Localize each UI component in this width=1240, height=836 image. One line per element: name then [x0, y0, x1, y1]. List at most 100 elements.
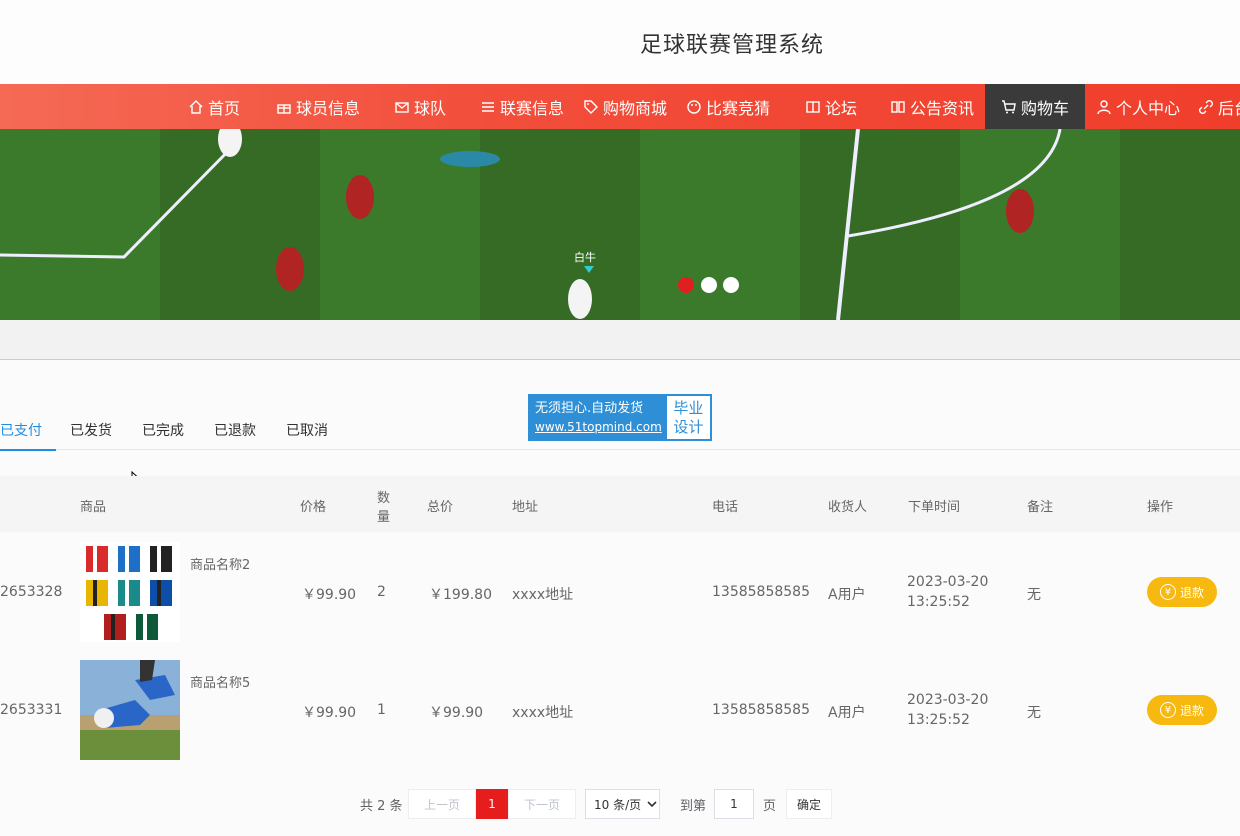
- order-number: 2653331: [0, 702, 63, 718]
- pagination-total: 共 2 条: [360, 798, 403, 814]
- goto-label: 到第: [680, 798, 707, 814]
- phone: 13585858585: [712, 702, 810, 718]
- th-order-time: 下单时间: [908, 500, 961, 515]
- nav-item-label: 购物车: [1021, 98, 1070, 118]
- page-number-current[interactable]: 1: [476, 789, 508, 819]
- palette-icon: [687, 99, 701, 114]
- cart-icon: [1002, 99, 1016, 113]
- nav-item-shop[interactable]: 购物商城: [583, 84, 667, 129]
- goto-page-input[interactable]: 1: [714, 789, 754, 819]
- order-clock: 13:25:52: [907, 712, 970, 728]
- remark: 无: [1027, 587, 1041, 603]
- table-row: 2653331 商品名称5 ￥99.90 1 ￥99.90 xxxx地址 135…: [0, 650, 1240, 768]
- nav-item-label: 论坛: [825, 98, 858, 118]
- home-icon: [189, 99, 203, 114]
- nav-item-notices[interactable]: 公告资讯: [890, 84, 974, 129]
- product-image-boots: [80, 660, 180, 760]
- quantity: 2: [377, 584, 386, 600]
- tab-completed[interactable]: 已完成: [142, 420, 184, 440]
- nav-item-admin[interactable]: 后台: [1198, 84, 1240, 129]
- nav-item-label: 首页: [208, 98, 241, 118]
- nav-item-label: 球员信息: [296, 98, 361, 118]
- carousel-dot-2[interactable]: [701, 277, 717, 293]
- yen-icon: ¥: [1159, 584, 1176, 600]
- columns-icon: [806, 100, 820, 113]
- th-receiver: 收货人: [828, 500, 868, 515]
- product-name: 商品名称2: [190, 558, 251, 573]
- nav-item-league[interactable]: 联赛信息: [480, 84, 564, 129]
- th-product: 商品: [80, 500, 107, 515]
- page-size-select[interactable]: 10 条/页: [585, 789, 660, 819]
- refund-button[interactable]: ¥ 退款: [1147, 695, 1217, 725]
- receiver: A用户: [828, 705, 866, 721]
- page-size-value: 10 条/页: [594, 797, 642, 812]
- th-price: 价格: [300, 500, 327, 515]
- main-nav: 首页 球员信息 球队 联赛信息 购物商城 比赛竞猜 论坛 公告资讯 购物车 个人…: [0, 84, 1240, 129]
- phone: 13585858585: [712, 584, 810, 600]
- th-actions: 操作: [1147, 500, 1174, 515]
- order-date: 2023-03-20: [907, 574, 989, 590]
- th-total: 总价: [427, 500, 454, 515]
- tag-icon: [584, 99, 598, 114]
- page-unit-label: 页: [763, 798, 777, 814]
- mail-icon: [395, 101, 409, 113]
- order-clock: 13:25:52: [907, 594, 970, 610]
- tab-paid[interactable]: 已支付: [0, 420, 56, 451]
- sliders-icon: [482, 101, 494, 112]
- nav-item-label: 比赛竞猜: [706, 98, 771, 118]
- tab-shipped[interactable]: 已发货: [70, 420, 112, 440]
- nav-item-teams[interactable]: 球队: [394, 84, 446, 129]
- ad-line2: www.51topmind.com: [535, 420, 662, 434]
- remark: 无: [1027, 705, 1041, 721]
- ad-line1: 无须担心.自动发货: [535, 401, 644, 416]
- content-divider: [0, 320, 1240, 360]
- th-address: 地址: [512, 500, 539, 515]
- banner-carousel[interactable]: 白牛: [0, 129, 1240, 320]
- nav-item-profile[interactable]: 个人中心: [1096, 84, 1180, 129]
- quantity: 1: [377, 702, 386, 718]
- nav-item-guess[interactable]: 比赛竞猜: [686, 84, 770, 129]
- carousel-dot-1[interactable]: [678, 277, 694, 293]
- refund-label: 退款: [1179, 585, 1204, 600]
- yen-icon: ¥: [1159, 702, 1176, 718]
- ad-tag1: 毕业: [673, 399, 704, 417]
- nav-item-label: 球队: [414, 98, 447, 118]
- th-phone: 电话: [712, 500, 739, 515]
- tab-cancelled[interactable]: 已取消: [286, 420, 328, 440]
- nav-item-players[interactable]: 球员信息: [276, 84, 360, 129]
- nav-item-label: 后台: [1218, 98, 1240, 118]
- table-header: 商品 价格 数 量 总价 地址 电话 收货人 下单时间 备注 操作: [0, 476, 1240, 532]
- nav-item-label: 联赛信息: [500, 98, 565, 118]
- next-page-button[interactable]: 下一页: [508, 789, 576, 819]
- banner-overlay-text: 白牛: [574, 251, 596, 264]
- receiver: A用户: [828, 587, 866, 603]
- total-price: ￥99.90: [429, 705, 484, 721]
- th-qty-2: 量: [377, 510, 391, 525]
- nav-item-home[interactable]: 首页: [188, 84, 240, 129]
- price: ￥99.90: [302, 705, 357, 721]
- ad-watermark: 无须担心.自动发货 www.51topmind.com 毕业 设计: [528, 394, 712, 441]
- carousel-dot-3[interactable]: [723, 277, 739, 293]
- site-title: 足球联赛管理系统: [640, 33, 825, 58]
- product-image-jerseys: [80, 542, 180, 642]
- site-header: 足球联赛管理系统: [0, 0, 1240, 84]
- nav-item-cart[interactable]: 购物车: [985, 84, 1086, 129]
- banner-image: [0, 129, 1240, 320]
- product-name: 商品名称5: [190, 676, 251, 691]
- order-date: 2023-03-20: [907, 692, 989, 708]
- nav-item-forum[interactable]: 论坛: [805, 84, 857, 129]
- nav-item-label: 公告资讯: [910, 98, 975, 118]
- nav-item-label: 购物商城: [603, 98, 668, 118]
- nav-item-label: 个人中心: [1116, 98, 1181, 118]
- goto-confirm-button[interactable]: 确定: [786, 789, 832, 819]
- price: ￥99.90: [302, 587, 357, 603]
- th-remark: 备注: [1027, 500, 1054, 515]
- book-icon: [891, 100, 905, 113]
- link-icon: [1199, 99, 1213, 114]
- refund-button[interactable]: ¥ 退款: [1147, 577, 1217, 607]
- th-qty-1: 数: [377, 491, 391, 506]
- tab-refunded[interactable]: 已退款: [214, 420, 256, 440]
- ad-tag2: 设计: [673, 418, 704, 436]
- prev-page-button[interactable]: 上一页: [408, 789, 476, 819]
- user-icon: [1097, 99, 1111, 114]
